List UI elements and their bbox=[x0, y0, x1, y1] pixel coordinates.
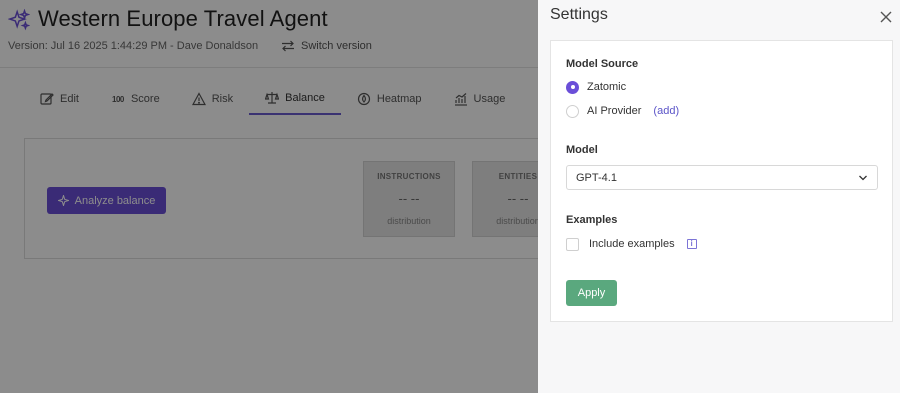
include-examples-row: Include examples i bbox=[566, 236, 697, 252]
radio-option-zatomic[interactable]: Zatomic bbox=[566, 79, 626, 95]
info-icon[interactable]: i bbox=[686, 239, 697, 249]
modal-backdrop[interactable] bbox=[0, 0, 538, 393]
model-label: Model bbox=[566, 144, 598, 156]
chevron-down-icon bbox=[859, 175, 867, 181]
model-select[interactable]: GPT-4.1 bbox=[566, 165, 878, 190]
close-icon[interactable] bbox=[879, 10, 893, 24]
radio-label: AI Provider bbox=[587, 105, 642, 117]
radio-button[interactable] bbox=[566, 104, 579, 118]
settings-title: Settings bbox=[550, 6, 608, 23]
examples-label: Examples bbox=[566, 214, 618, 226]
model-select-value: GPT-4.1 bbox=[576, 171, 617, 184]
settings-panel: Settings Model Source Zatomic AI Provide… bbox=[538, 0, 900, 393]
add-provider-link[interactable]: (add) bbox=[653, 105, 679, 117]
radio-option-ai-provider[interactable]: AI Provider (add) bbox=[566, 103, 679, 119]
radio-button[interactable] bbox=[566, 80, 579, 94]
settings-card: Model Source Zatomic AI Provider (add) M… bbox=[550, 40, 893, 322]
model-source-label: Model Source bbox=[566, 58, 639, 70]
include-examples-label: Include examples bbox=[589, 238, 675, 250]
include-examples-checkbox[interactable] bbox=[566, 237, 579, 251]
radio-label: Zatomic bbox=[587, 81, 627, 93]
apply-button[interactable]: Apply bbox=[566, 280, 617, 306]
